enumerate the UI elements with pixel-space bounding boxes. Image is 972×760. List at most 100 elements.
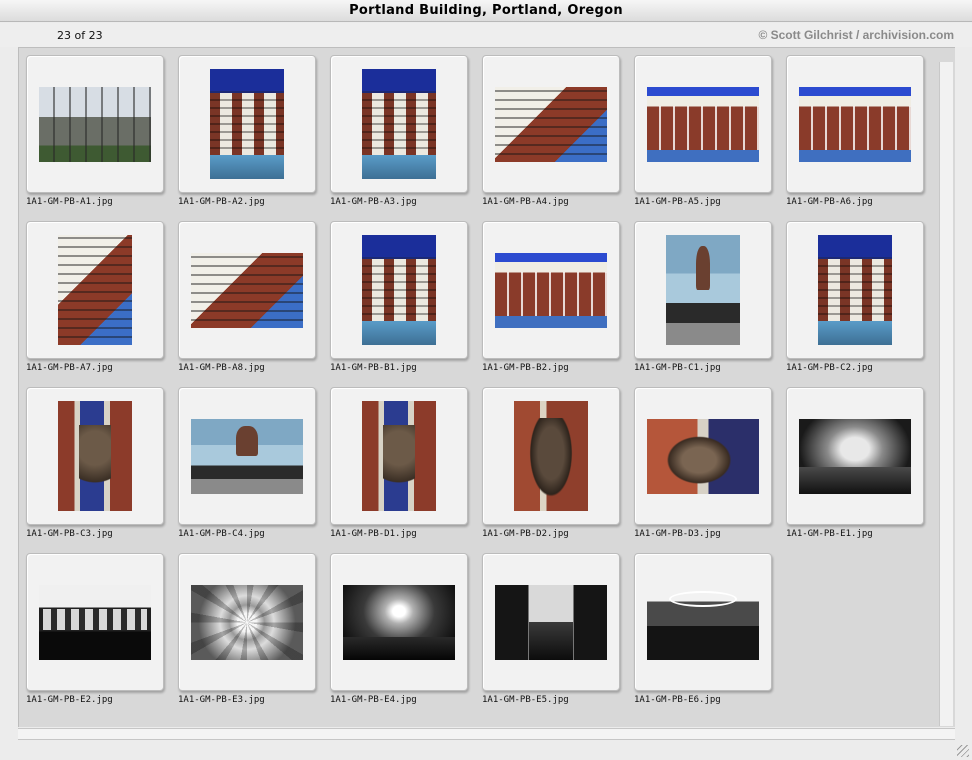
slide-mount[interactable] [786,387,924,525]
slide-filename: 1A1-GM-PB-C4.jpg [178,529,265,539]
slide-filename: 1A1-GM-PB-A5.jpg [634,197,721,207]
thumbnail-image[interactable] [362,69,436,179]
slide-mount[interactable] [26,221,164,359]
slide-mount[interactable] [786,55,924,193]
slide-mount[interactable] [178,553,316,691]
slide-item[interactable]: 1A1-GM-PB-B2.jpg [482,221,622,381]
thumbnail-image[interactable] [495,584,607,660]
slide-mount[interactable] [178,221,316,359]
slide-item[interactable]: 1A1-GM-PB-A8.jpg [178,221,318,381]
thumbnail-image[interactable] [495,252,607,328]
slide-mount[interactable] [330,553,468,691]
slide-mount[interactable] [178,387,316,525]
thumbnail-image[interactable] [666,235,740,345]
slide-item[interactable]: 1A1-GM-PB-C4.jpg [178,387,318,547]
slide-item[interactable]: 1A1-GM-PB-C3.jpg [26,387,166,547]
slide-filename: 1A1-GM-PB-A3.jpg [330,197,417,207]
slide-mount[interactable] [482,553,620,691]
thumbnail-image[interactable] [343,584,455,660]
thumbnail-image[interactable] [58,401,132,511]
thumbnail-image[interactable] [58,235,132,345]
thumbnail-image[interactable] [799,418,911,494]
thumbnail-image[interactable] [191,418,303,494]
slide-mount[interactable] [634,387,772,525]
thumbnail-image[interactable] [362,235,436,345]
slide-mount[interactable] [330,387,468,525]
slide-filename: 1A1-GM-PB-E5.jpg [482,695,569,705]
slide-item[interactable]: 1A1-GM-PB-C1.jpg [634,221,774,381]
thumbnail-image[interactable] [647,86,759,162]
thumbnail-image[interactable] [495,86,607,162]
slide-item[interactable]: 1A1-GM-PB-E5.jpg [482,553,622,713]
slide-item[interactable]: 1A1-GM-PB-A5.jpg [634,55,774,215]
slide-mount[interactable] [330,221,468,359]
slide-grid: 1A1-GM-PB-A1.jpg 1A1-GM-PB-A2.jpg 1A1-GM… [26,55,938,721]
slide-mount[interactable] [178,55,316,193]
window-title[interactable]: Portland Building, Portland, Oregon [0,0,972,22]
thumbnail-image[interactable] [210,69,284,179]
slide-item[interactable]: 1A1-GM-PB-B1.jpg [330,221,470,381]
thumbnail-image[interactable] [191,584,303,660]
slide-filename: 1A1-GM-PB-E3.jpg [178,695,265,705]
slide-filename: 1A1-GM-PB-D3.jpg [634,529,721,539]
thumbnail-image[interactable] [39,86,151,162]
thumbnail-image[interactable] [818,235,892,345]
slide-item[interactable]: 1A1-GM-PB-A6.jpg [786,55,926,215]
slide-filename: 1A1-GM-PB-C2.jpg [786,363,873,373]
thumbnail-image[interactable] [39,584,151,660]
slide-filename: 1A1-GM-PB-D2.jpg [482,529,569,539]
slide-mount[interactable] [786,221,924,359]
slide-item[interactable]: 1A1-GM-PB-A1.jpg [26,55,166,215]
slide-mount[interactable] [634,221,772,359]
slide-mount[interactable] [26,387,164,525]
slide-mount[interactable] [482,221,620,359]
slide-item[interactable]: 1A1-GM-PB-D2.jpg [482,387,622,547]
image-counter: 23 of 23 [57,29,103,42]
slide-filename: 1A1-GM-PB-E6.jpg [634,695,721,705]
slide-item[interactable]: 1A1-GM-PB-A2.jpg [178,55,318,215]
slide-filename: 1A1-GM-PB-B2.jpg [482,363,569,373]
slide-mount[interactable] [26,553,164,691]
info-bar: 23 of 23 © Scott Gilchrist / archivision… [0,23,972,47]
thumbnail-image[interactable] [799,86,911,162]
slide-filename: 1A1-GM-PB-E1.jpg [786,529,873,539]
slide-filename: 1A1-GM-PB-A7.jpg [26,363,113,373]
thumbnail-image[interactable] [362,401,436,511]
slide-filename: 1A1-GM-PB-D1.jpg [330,529,417,539]
slide-item[interactable]: 1A1-GM-PB-E4.jpg [330,553,470,713]
thumbnail-image[interactable] [514,401,588,511]
slide-item[interactable]: 1A1-GM-PB-C2.jpg [786,221,926,381]
thumbnail-image[interactable] [647,418,759,494]
slide-item[interactable]: 1A1-GM-PB-D3.jpg [634,387,774,547]
slide-item[interactable]: 1A1-GM-PB-A3.jpg [330,55,470,215]
slide-filename: 1A1-GM-PB-A6.jpg [786,197,873,207]
horizontal-scrollbar[interactable] [18,728,955,740]
vertical-scrollbar[interactable] [939,62,953,726]
slide-item[interactable]: 1A1-GM-PB-E1.jpg [786,387,926,547]
slide-item[interactable]: 1A1-GM-PB-D1.jpg [330,387,470,547]
slide-filename: 1A1-GM-PB-B1.jpg [330,363,417,373]
thumbnail-image[interactable] [647,584,759,660]
slide-item[interactable]: 1A1-GM-PB-A7.jpg [26,221,166,381]
slide-item[interactable]: 1A1-GM-PB-A4.jpg [482,55,622,215]
resize-grip-icon[interactable] [957,745,969,757]
slide-item[interactable]: 1A1-GM-PB-E3.jpg [178,553,318,713]
slide-mount[interactable] [634,553,772,691]
slide-item[interactable]: 1A1-GM-PB-E6.jpg [634,553,774,713]
slide-mount[interactable] [482,387,620,525]
slide-filename: 1A1-GM-PB-A2.jpg [178,197,265,207]
slide-filename: 1A1-GM-PB-C1.jpg [634,363,721,373]
slide-mount[interactable] [26,55,164,193]
slide-filename: 1A1-GM-PB-A8.jpg [178,363,265,373]
slide-filename: 1A1-GM-PB-A1.jpg [26,197,113,207]
thumbnail-image[interactable] [191,252,303,328]
slide-filename: 1A1-GM-PB-E4.jpg [330,695,417,705]
copyright-credit: © Scott Gilchrist / archivision.com [758,28,954,42]
slide-mount[interactable] [330,55,468,193]
slide-filename: 1A1-GM-PB-A4.jpg [482,197,569,207]
slide-item[interactable]: 1A1-GM-PB-E2.jpg [26,553,166,713]
slide-filename: 1A1-GM-PB-C3.jpg [26,529,113,539]
slide-filename: 1A1-GM-PB-E2.jpg [26,695,113,705]
slide-mount[interactable] [482,55,620,193]
slide-mount[interactable] [634,55,772,193]
